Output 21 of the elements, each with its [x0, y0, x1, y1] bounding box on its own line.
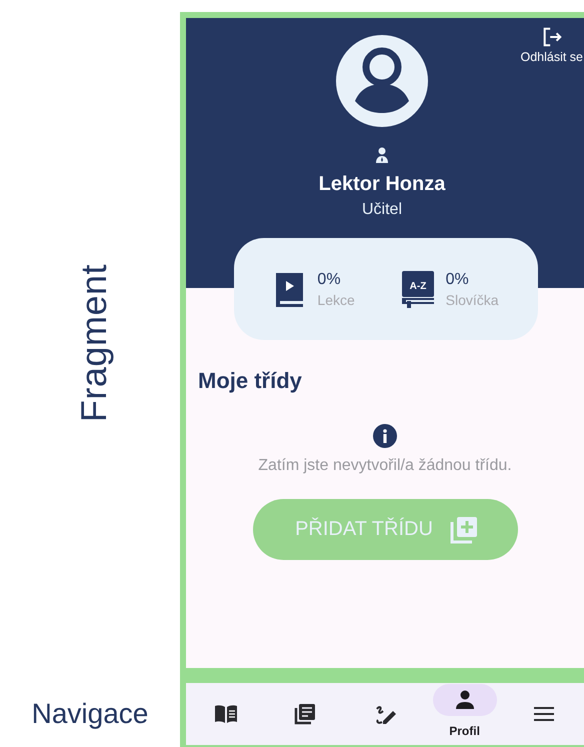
- user-role: Učitel: [362, 201, 402, 219]
- user-name: Lektor Honza: [318, 172, 446, 196]
- navigation-label: Navigace: [32, 698, 148, 730]
- avatar-icon: [336, 35, 428, 127]
- empty-message: Zatím jste nevytvořil/a žádnou třídu.: [258, 457, 512, 475]
- info-icon: [373, 424, 397, 448]
- teacher-icon: [374, 147, 390, 163]
- notes-icon: [294, 703, 316, 725]
- add-icon: [448, 514, 479, 544]
- book-icon: [214, 704, 237, 724]
- stat-label: Slovíčka: [446, 292, 499, 308]
- stat-value: 0%: [317, 270, 342, 288]
- pencil-icon: [374, 703, 396, 725]
- section-title: Moje třídy: [198, 368, 302, 394]
- logout-button[interactable]: Odhlásit se: [520, 26, 583, 64]
- stat-label: Lekce: [317, 292, 355, 308]
- menu-icon: [533, 706, 556, 722]
- logout-icon: [540, 26, 563, 48]
- person-icon: [454, 690, 476, 710]
- stat-value: 0%: [446, 270, 470, 288]
- fragment-label: Fragment: [73, 264, 115, 422]
